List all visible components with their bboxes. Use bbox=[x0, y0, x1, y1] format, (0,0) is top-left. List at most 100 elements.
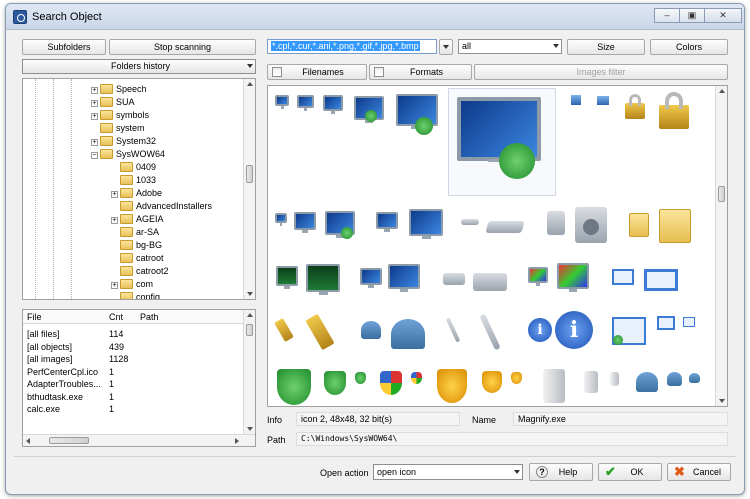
tree-item[interactable]: catroot2 bbox=[111, 265, 169, 278]
network-icon-medium[interactable] bbox=[594, 92, 612, 110]
users-icon-small[interactable] bbox=[356, 314, 386, 344]
network-icon-small[interactable] bbox=[568, 92, 584, 108]
tool-icon-large[interactable] bbox=[468, 310, 512, 354]
maximize-button[interactable]: ▣ bbox=[679, 8, 705, 23]
desktop-icon-32[interactable] bbox=[372, 208, 400, 236]
tree-item[interactable]: 1033 bbox=[111, 174, 156, 187]
tree-scrollbar[interactable] bbox=[243, 79, 255, 299]
printer-icon-small[interactable] bbox=[440, 262, 468, 294]
close-button[interactable]: ✕ bbox=[704, 8, 742, 23]
tree-item[interactable]: − SysWOW64 bbox=[91, 148, 165, 161]
file-count-list[interactable]: File Cnt Path [all files] 114 [all objects… bbox=[22, 309, 256, 447]
printer-icon-large[interactable] bbox=[468, 258, 512, 302]
group-icon-tiny[interactable] bbox=[686, 370, 702, 386]
filenames-checkbox[interactable] bbox=[272, 67, 282, 77]
type-select[interactable]: all bbox=[458, 39, 562, 54]
expand-toggle-icon[interactable]: + bbox=[91, 113, 98, 120]
tree-item[interactable]: + symbols bbox=[91, 109, 149, 122]
mask-input[interactable]: *.cpl,*.cur,*.ani,*.png,*.gif,*.jpg,*.bm… bbox=[267, 39, 437, 54]
tree-item[interactable]: system bbox=[91, 122, 145, 135]
minimize-button[interactable]: – bbox=[654, 8, 680, 23]
group-icon-small[interactable] bbox=[664, 368, 684, 388]
monitor-icon-24[interactable] bbox=[294, 92, 316, 114]
expand-toggle-icon[interactable]: + bbox=[111, 282, 118, 289]
scroll-up-icon[interactable] bbox=[719, 89, 725, 93]
keyboard-icon-small[interactable] bbox=[458, 210, 480, 232]
column-file[interactable]: File bbox=[27, 312, 42, 322]
icon-gallery[interactable]: i i bbox=[267, 85, 728, 407]
list-item[interactable]: [all images] 1128 bbox=[23, 353, 243, 365]
list-item[interactable]: bthudtask.exe 1 bbox=[23, 391, 243, 403]
list-item[interactable]: calc.exe 1 bbox=[23, 403, 243, 415]
title-bar[interactable]: Search Object – ▣ ✕ bbox=[6, 4, 744, 30]
gallery-scrollbar[interactable] bbox=[715, 86, 727, 406]
scroll-up-icon[interactable] bbox=[247, 82, 253, 86]
stop-scanning-button[interactable]: Stop scanning bbox=[109, 39, 256, 55]
server-icon-small[interactable] bbox=[606, 370, 622, 388]
perfmon-icon-large[interactable] bbox=[302, 260, 344, 302]
tree-item[interactable]: + Speech bbox=[91, 83, 147, 96]
expand-toggle-icon[interactable]: − bbox=[91, 152, 98, 159]
list-item[interactable]: [all files] 114 bbox=[23, 328, 243, 340]
list-item[interactable]: [all objects] 439 bbox=[23, 341, 243, 353]
scroll-right-icon[interactable] bbox=[235, 438, 239, 444]
network-monitor-icon-48[interactable] bbox=[320, 206, 360, 246]
monitor-icon-32[interactable] bbox=[320, 92, 346, 118]
list-hscroll-thumb[interactable] bbox=[49, 437, 89, 444]
server-icon-medium[interactable] bbox=[578, 368, 602, 396]
expand-toggle-icon[interactable]: + bbox=[91, 139, 98, 146]
desktop-icon-48[interactable] bbox=[404, 204, 448, 248]
settings-window-icon-medium[interactable] bbox=[654, 312, 678, 336]
help-button[interactable]: ? Help bbox=[529, 463, 593, 481]
mask-dropdown-button[interactable] bbox=[439, 39, 453, 55]
network-monitor-icon-16[interactable] bbox=[272, 210, 290, 228]
security-shield-icon-medium[interactable] bbox=[376, 368, 406, 398]
network-monitor-icon-32[interactable] bbox=[290, 208, 320, 238]
info-icon-large[interactable]: i bbox=[552, 308, 596, 352]
tree-item[interactable]: bg-BG bbox=[111, 239, 162, 252]
expand-toggle-icon[interactable]: + bbox=[111, 191, 118, 198]
shield-icon-small[interactable] bbox=[352, 370, 368, 386]
tree-item[interactable]: ar-SA bbox=[111, 226, 159, 239]
tree-item[interactable]: + System32 bbox=[91, 135, 156, 148]
keys-icon-large[interactable] bbox=[300, 310, 344, 354]
display-icon-large[interactable] bbox=[384, 260, 424, 300]
scroll-down-icon[interactable] bbox=[247, 292, 253, 296]
group-icon-medium[interactable] bbox=[632, 366, 662, 396]
keyboard-icon-large[interactable] bbox=[484, 208, 526, 244]
speaker-icon-large[interactable] bbox=[570, 204, 612, 246]
shield-icon-large[interactable] bbox=[272, 366, 316, 406]
color-display-icon-large[interactable] bbox=[552, 258, 594, 300]
formats-checkbox[interactable] bbox=[374, 67, 384, 77]
list-item[interactable]: PerfCenterCpl.ico 1 bbox=[23, 366, 243, 378]
scroll-down-icon[interactable] bbox=[719, 399, 725, 403]
tool-icon-small[interactable] bbox=[440, 314, 468, 348]
gallery-scroll-thumb[interactable] bbox=[718, 186, 725, 202]
images-filter-button[interactable]: Images filter bbox=[474, 64, 728, 80]
tree-scroll-thumb[interactable] bbox=[246, 165, 253, 183]
colors-button[interactable]: Colors bbox=[650, 39, 728, 55]
size-button[interactable]: Size bbox=[567, 39, 645, 55]
scroll-up-icon[interactable] bbox=[247, 313, 253, 317]
tree-item[interactable]: + AGEIA bbox=[111, 213, 164, 226]
monitor-icon-64[interactable] bbox=[392, 90, 444, 142]
tree-item[interactable]: + SUA bbox=[91, 96, 135, 109]
list-scrollbar[interactable] bbox=[243, 310, 255, 434]
open-action-select[interactable]: open icon bbox=[373, 464, 523, 480]
tree-item[interactable]: catroot bbox=[111, 252, 164, 265]
lock-icon-32[interactable] bbox=[618, 90, 652, 124]
tree-item[interactable]: 0409 bbox=[111, 161, 156, 174]
shield-icon-medium[interactable] bbox=[320, 368, 350, 398]
subfolders-button[interactable]: Subfolders bbox=[22, 39, 106, 55]
expand-toggle-icon[interactable]: + bbox=[91, 87, 98, 94]
perfmon-icon-small[interactable] bbox=[272, 262, 302, 296]
tree-item[interactable]: + Adobe bbox=[111, 187, 162, 200]
filenames-button[interactable]: Filenames bbox=[267, 64, 367, 80]
security-shield-icon-small[interactable] bbox=[408, 370, 424, 386]
formats-button[interactable]: Formats bbox=[369, 64, 472, 80]
scroll-down-icon[interactable] bbox=[247, 427, 253, 431]
lock-icon-48[interactable] bbox=[652, 88, 696, 132]
list-hscrollbar[interactable] bbox=[23, 434, 255, 446]
window-icon-small[interactable] bbox=[608, 262, 638, 292]
tree-item[interactable]: config bbox=[111, 291, 160, 299]
